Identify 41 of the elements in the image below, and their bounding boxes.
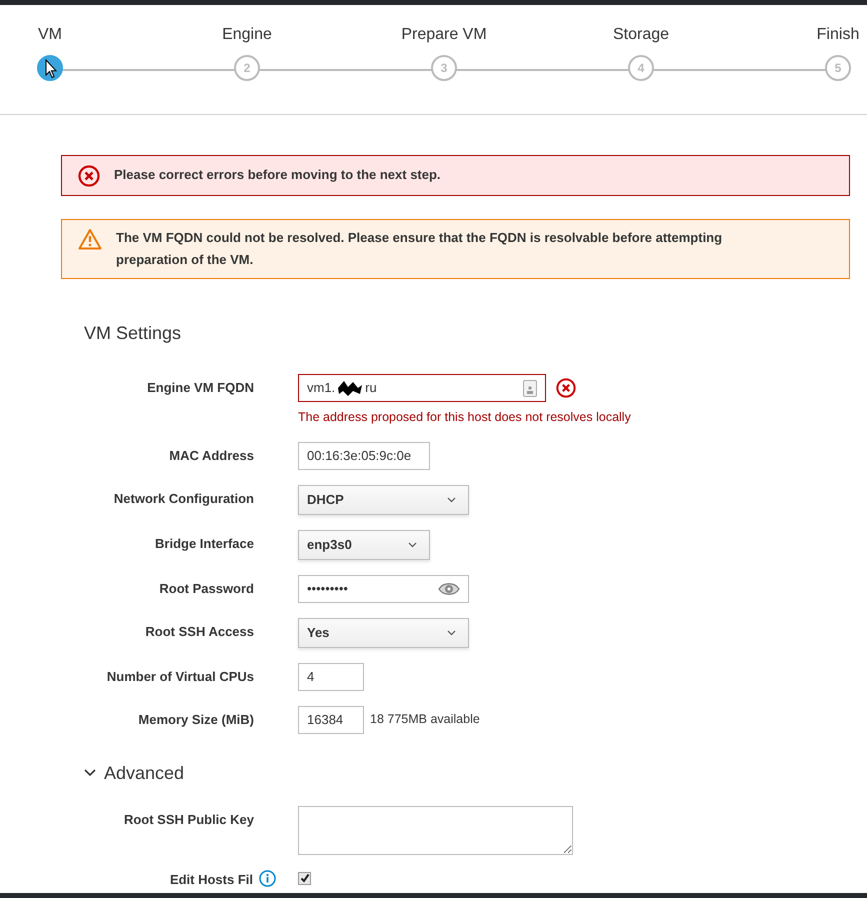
step-label: Engine xyxy=(222,25,272,45)
chevron-icon[interactable] xyxy=(84,768,96,777)
step-label: Storage xyxy=(612,25,670,45)
step-label: VM xyxy=(38,25,62,45)
dropdown[interactable]: Yes xyxy=(298,618,469,648)
caret-icon xyxy=(447,630,456,636)
input-field[interactable]: 4 xyxy=(298,662,364,691)
dropdown[interactable]: enp3s0 xyxy=(298,530,430,560)
error-icon xyxy=(556,378,576,398)
field-label: Root SSH Public Key xyxy=(122,810,254,829)
caret-icon xyxy=(447,496,456,503)
field-label: Network Configuration xyxy=(112,490,254,508)
alert-message: The VM FQDN could not be resolved. Please ensure that the FQDN is resolvable before attempting preparation of the VM. xyxy=(116,229,724,269)
field-label: Memory Size (MiB) xyxy=(137,710,254,729)
field-label: Bridge Interface xyxy=(154,534,254,553)
field-label: Number of Virtual CPUs xyxy=(106,668,254,686)
password-field[interactable]: ••••••••• xyxy=(298,574,469,603)
checkbox[interactable] xyxy=(298,872,311,885)
section-title: VM Settings xyxy=(84,322,182,344)
input-field[interactable]: 00:16:3e:05:9c:0e xyxy=(298,442,430,470)
section-title[interactable]: Advanced xyxy=(104,762,184,784)
dropdown[interactable]: DHCP xyxy=(298,484,469,515)
error-icon xyxy=(78,165,100,187)
warning-icon xyxy=(78,228,102,250)
input-field[interactable]: vm1. ru xyxy=(298,374,546,402)
info-icon[interactable] xyxy=(259,870,276,887)
field-label: MAC Address xyxy=(168,446,254,465)
field-label: Root SSH Access xyxy=(144,622,254,641)
availability-note: 18 775MB available xyxy=(370,711,480,728)
step-label: Prepare VM xyxy=(401,25,487,45)
cursor-icon xyxy=(45,59,57,79)
caret-icon xyxy=(408,542,417,548)
redaction-mark xyxy=(336,379,364,397)
contact-card-icon[interactable] xyxy=(523,380,537,396)
step-label: Finish xyxy=(816,25,860,45)
field-label: Engine VM FQDN xyxy=(146,379,254,397)
field-label: Edit Hosts Fil xyxy=(170,870,253,889)
input-field[interactable]: 16384 xyxy=(298,706,364,734)
alert-message: Please correct errors before moving to the next step. xyxy=(114,166,441,184)
error-message: The address proposed for this host does not resolves locally xyxy=(298,409,631,426)
field-label: Root Password xyxy=(158,580,254,598)
